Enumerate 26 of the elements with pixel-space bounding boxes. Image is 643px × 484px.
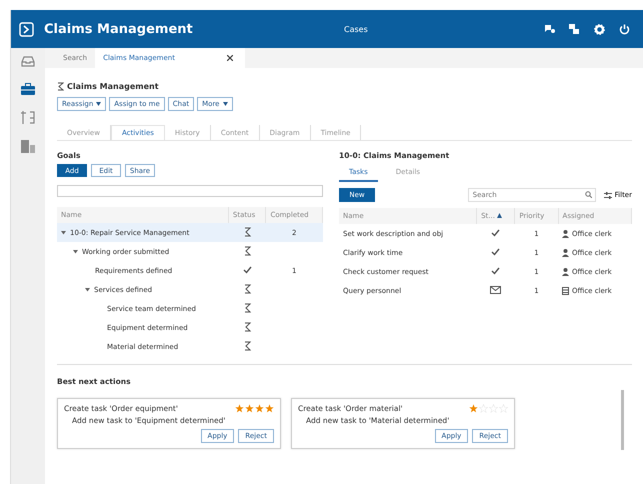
expanded-icon[interactable] <box>73 249 78 254</box>
tasks-icon[interactable] <box>569 24 580 34</box>
star-icon <box>265 404 274 413</box>
star-icon <box>469 404 478 413</box>
filter-field[interactable] <box>57 185 323 197</box>
inbox-icon[interactable] <box>21 56 35 67</box>
documents-icon[interactable] <box>21 140 35 153</box>
search-icon <box>584 191 592 198</box>
hierarchy-icon[interactable] <box>21 111 35 124</box>
settings-icon[interactable] <box>594 24 605 34</box>
section-label[interactable]: Cases <box>344 24 544 34</box>
close-icon[interactable] <box>227 55 234 61</box>
sort-icon <box>497 213 502 218</box>
star-icon <box>235 404 244 413</box>
briefcase-icon[interactable] <box>21 83 35 95</box>
expanded-icon[interactable] <box>85 287 90 292</box>
app-title: Claims Management <box>44 22 194 36</box>
chat-icon[interactable] <box>544 24 555 34</box>
case-title: Claims Management <box>67 82 159 91</box>
app-logo-icon <box>19 22 34 36</box>
power-icon[interactable] <box>619 24 630 34</box>
star-icon <box>245 404 254 413</box>
expanded-icon[interactable] <box>61 230 66 235</box>
filter-icon <box>604 192 612 198</box>
star-icon <box>255 404 264 413</box>
case-icon <box>57 82 64 91</box>
